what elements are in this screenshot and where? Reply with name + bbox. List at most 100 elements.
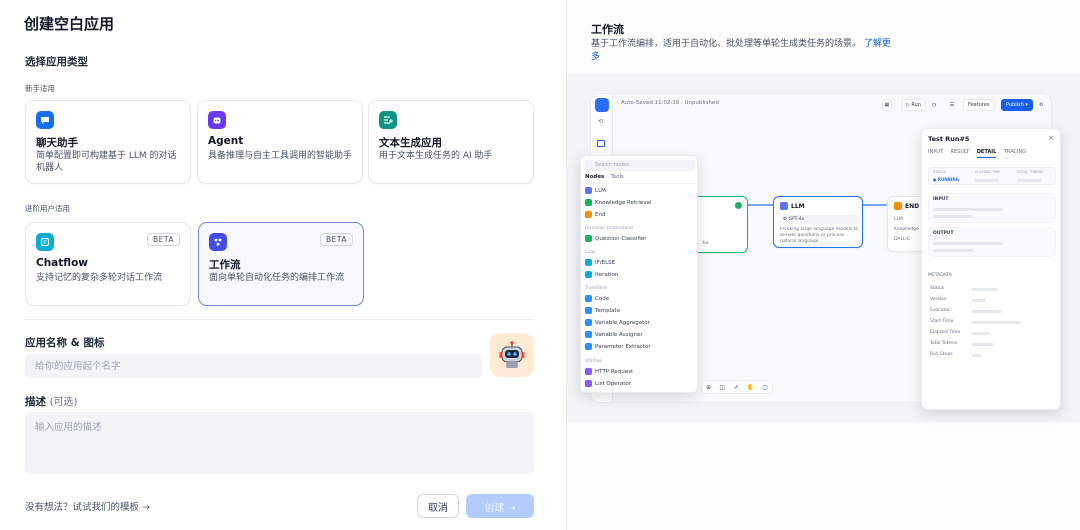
- app-type-card-chatbot[interactable]: 聊天助手 简单配置即可构建基于 LLM 的对话机器人: [25, 100, 191, 184]
- meta-row-executor: Executor: [930, 308, 950, 313]
- output-box-label: OUTPUT: [933, 231, 954, 236]
- card-desc: 用于文本生成任务的 AI 助手: [379, 151, 493, 161]
- node-item-variable-assigner: Variable Assigner: [585, 331, 643, 338]
- node-item-knowledge-retrieval: Knowledge Retrieval: [585, 199, 651, 206]
- canvas-toolbar: ⊕ ◫ ➚ ✋ ▢: [701, 380, 773, 394]
- node-item-label: HTTP Request: [595, 368, 634, 375]
- chatflow-icon: [36, 233, 54, 251]
- card-name: 工作流: [209, 259, 241, 271]
- preview-description-text: 基于工作流编排，适用于自动化、批处理等单轮生成类任务的场景。: [591, 39, 862, 49]
- placeholder-bar: [933, 242, 1003, 245]
- extractor-icon: [585, 343, 592, 350]
- node-item-list-operator: List Operator: [585, 380, 631, 387]
- preview-description: 基于工作流编排，适用于自动化、批处理等单轮生成类任务的场景。 了解更多: [591, 38, 891, 64]
- tab-input: INPUT: [928, 149, 943, 155]
- app-type-card-agent[interactable]: Agent 具备推理与自主工具调用的智能助手: [197, 100, 363, 184]
- beta-badge: BETA: [146, 233, 180, 246]
- node-search-input: Search nodes: [585, 160, 695, 171]
- placeholder-bar: [972, 332, 990, 335]
- running-status: ● RUNNING: [933, 177, 960, 182]
- card-name: 文本生成应用: [379, 137, 442, 149]
- end-icon: [585, 211, 592, 218]
- llm-model-name: GPT-4o: [788, 217, 805, 222]
- card-name: Chatflow: [36, 257, 88, 269]
- input-box-label: INPUT: [933, 197, 949, 202]
- category-question-understand: Question Understand: [585, 226, 633, 231]
- tab-detail: DETAIL: [976, 149, 997, 158]
- tab-result: RESULT: [950, 149, 970, 155]
- placeholder-bar: [975, 179, 999, 182]
- llm-node-header: LLM: [780, 202, 805, 210]
- tab-tracing: TRACING: [1003, 149, 1027, 155]
- node-item-label: IF/ELSE: [595, 259, 616, 266]
- end-node-title: END: [905, 202, 920, 210]
- description-textarea[interactable]: [25, 412, 534, 474]
- divider: [25, 319, 534, 320]
- node-item-code: Code: [585, 295, 609, 302]
- app-name-label: 应用名称 & 图标: [25, 337, 105, 349]
- group-label-advanced: 进阶用户适用: [25, 204, 70, 213]
- meta-row-status: Status: [930, 286, 945, 291]
- app-type-section-title: 选择应用类型: [25, 56, 88, 68]
- llm-node-title: LLM: [791, 202, 805, 210]
- dropdown-divider: [581, 183, 697, 184]
- placeholder-bar: [933, 249, 973, 252]
- node-picker-tabs: Nodes Tools: [585, 174, 624, 180]
- assigner-icon: [585, 331, 592, 338]
- node-item-parameter-extractor: Parameter Extractor: [585, 343, 651, 350]
- description-label-text: 描述: [25, 396, 46, 408]
- meta-row-elapsed-time: Elapsed Time: [930, 330, 961, 335]
- create-button[interactable]: 创建 →: [466, 494, 534, 518]
- status-box: STATUS ELAPSED TIME TOTAL TOKENS ● RUNNI…: [928, 167, 1056, 185]
- add-node-icon: ⊕: [706, 383, 712, 391]
- list-operator-icon: [585, 380, 592, 387]
- tab-nodes: Nodes: [585, 174, 605, 180]
- output-box: OUTPUT: [928, 227, 1056, 257]
- node-item-iteration: Iteration: [585, 271, 618, 278]
- card-name: Agent: [208, 135, 244, 147]
- cancel-button[interactable]: 取消: [417, 494, 459, 518]
- app-type-card-chatflow[interactable]: BETA Chatflow 支持记忆的复杂多轮对话工作流: [25, 222, 191, 306]
- llm-icon: [585, 187, 592, 194]
- app-type-card-workflow[interactable]: BETA 工作流 面向单轮自动化任务的编排工作流: [198, 222, 364, 306]
- llm-node-icon: [780, 202, 788, 210]
- robot-icon: [208, 111, 226, 129]
- hand-icon: ✋: [746, 383, 754, 391]
- end-output-1: Knowledge: [894, 227, 919, 232]
- note-icon: ◫: [719, 383, 726, 391]
- test-run-panel: Test Run#5 × INPUT RESULT DETAIL TRACING…: [921, 128, 1061, 410]
- success-check-icon: [735, 202, 742, 209]
- placeholder-bar: [972, 354, 982, 357]
- node-item-variable-aggregator: Variable Aggregator: [585, 319, 650, 326]
- knowledge-icon: [585, 199, 592, 206]
- node-item-label: List Operator: [595, 380, 631, 387]
- close-icon: ×: [1048, 134, 1054, 142]
- placeholder-bar: [933, 208, 1003, 211]
- robot-emoji-icon: [499, 341, 525, 368]
- node-item-label: Iteration: [595, 271, 619, 278]
- aggregator-icon: [585, 319, 592, 326]
- code-icon: [585, 295, 592, 302]
- node-item-llm: LLM: [585, 187, 606, 194]
- end-node-icon: [894, 202, 902, 210]
- classifier-icon: [585, 235, 592, 242]
- test-run-title: Test Run#5: [928, 135, 970, 143]
- node-item-label: Code: [595, 295, 610, 302]
- meta-row-total-tokens: Total Tokens: [930, 341, 958, 346]
- iteration-icon: [585, 271, 592, 278]
- category-transform: Transform: [585, 286, 608, 291]
- page-title: 创建空白应用: [24, 15, 115, 33]
- start-node-desc: …for: [698, 241, 709, 246]
- app-icon-picker[interactable]: [490, 333, 534, 377]
- pointer-icon: ➚: [733, 383, 739, 391]
- tab-tools: Tools: [610, 174, 624, 180]
- try-template-link[interactable]: 没有想法？试试我们的模板 →: [25, 499, 150, 513]
- chat-bubble-icon: [36, 111, 54, 129]
- app-name-input[interactable]: [25, 354, 482, 378]
- category-utilities: Utilities: [585, 359, 602, 364]
- node-item-label: Template: [595, 307, 621, 314]
- template-icon: [585, 307, 592, 314]
- app-type-card-text-generator[interactable]: 文本生成应用 用于文本生成任务的 AI 助手: [368, 100, 534, 184]
- if-else-icon: [585, 259, 592, 266]
- card-desc: 具备推理与自主工具调用的智能助手: [208, 151, 353, 161]
